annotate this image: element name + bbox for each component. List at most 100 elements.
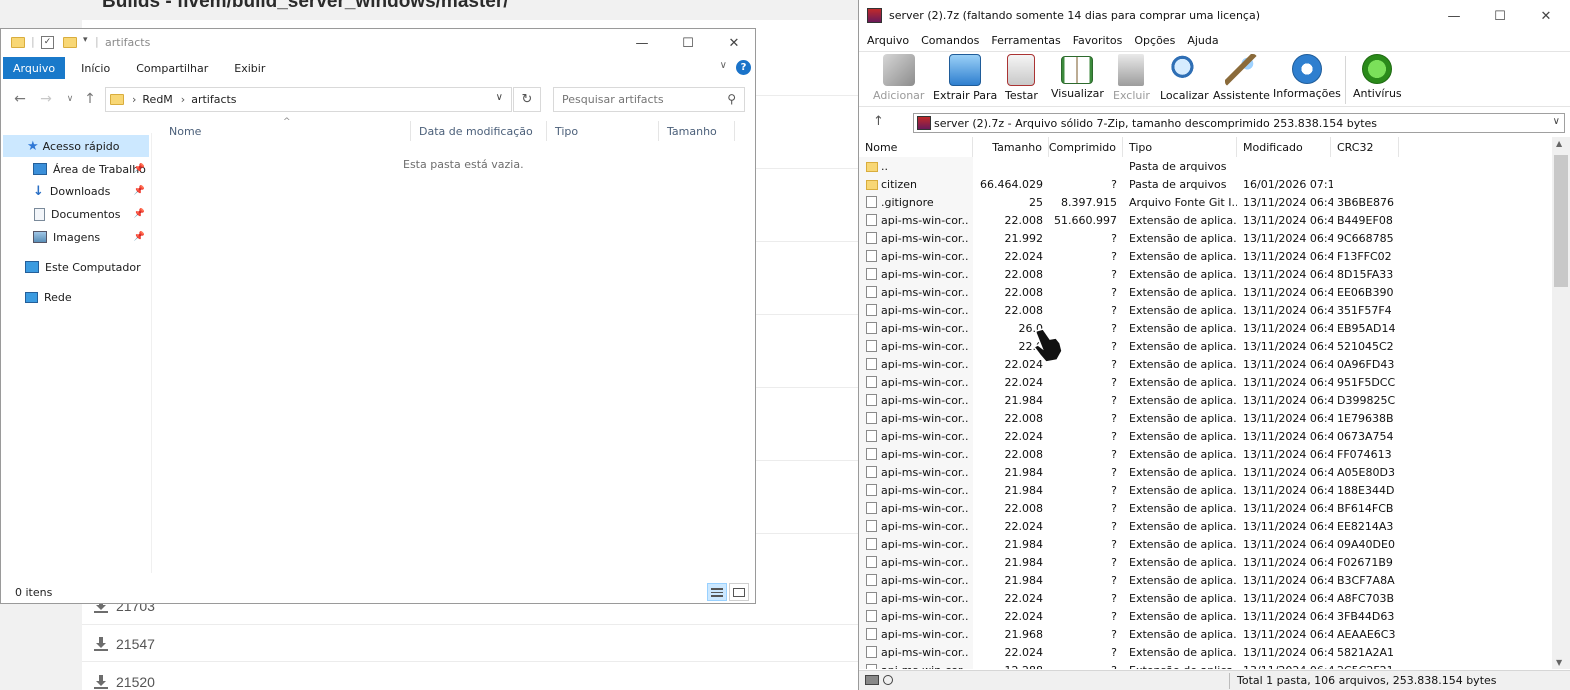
table-row[interactable]: api-ms-win-cor... 22.024? Extensão de apli… [859, 608, 1551, 626]
quick-access-dropdown-icon[interactable]: ▾ [83, 35, 88, 45]
table-row[interactable]: citizen 66.464.029? Pasta de arquivos 16/01… [859, 176, 1551, 194]
minimize-button[interactable]: — [619, 29, 665, 57]
build-number[interactable]: 21547 [116, 636, 155, 652]
column-header-tamanho[interactable]: Tamanho [973, 137, 1049, 157]
sidebar-item-downloads[interactable]: ↓ Downloads 📌 [3, 180, 149, 202]
pin-icon[interactable]: 📌 [134, 164, 145, 174]
table-row[interactable]: api-ms-win-cor... 21.984? Extensão de apli… [859, 464, 1551, 482]
column-header-nome[interactable]: Nome [859, 137, 973, 157]
table-row[interactable]: api-ms-win-cor... 21.984? Extensão de apli… [859, 536, 1551, 554]
explorer-titlebar[interactable]: | ✓ ▾ | artifacts — ☐ ✕ [1, 29, 755, 57]
chevron-down-icon[interactable]: ∨ [720, 60, 727, 71]
archive-path-field[interactable]: server (2).7z - Arquivo sólido 7-Zip, ta… [913, 113, 1565, 133]
table-row[interactable]: api-ms-win-cor... 22.024? Extensão de apli… [859, 590, 1551, 608]
find-button[interactable]: Localizar [1160, 54, 1209, 106]
search-box[interactable]: ⚲ [553, 87, 745, 112]
sidebar-item-imagens[interactable]: Imagens 📌 [3, 226, 149, 248]
chevron-down-icon[interactable]: ∨ [1553, 116, 1560, 127]
table-row[interactable]: api-ms-win-cor... 22.024? Extensão de apli… [859, 248, 1551, 266]
table-row[interactable]: api-ms-win-cor... 21.984? Extensão de apli… [859, 572, 1551, 590]
column-header-nome[interactable]: Nome [161, 121, 411, 141]
pin-icon[interactable]: 📌 [134, 186, 145, 196]
sidebar-item-area-de-trabalho[interactable]: Área de Trabalho 📌 [3, 158, 149, 180]
table-row[interactable]: api-ms-win-cor... 22.008? Extensão de apli… [859, 302, 1551, 320]
back-arrow-icon[interactable]: ← [11, 89, 29, 109]
recent-locations-chevron-icon[interactable]: ∨ [61, 89, 79, 109]
table-row[interactable]: api-ms-win-cor... 21.984? Extensão de apli… [859, 392, 1551, 410]
extract-to-button[interactable]: Extrair Para [933, 54, 997, 106]
table-row[interactable]: api-ms-win-cor... 22.008? Extensão de apli… [859, 266, 1551, 284]
menu-opcoes[interactable]: Opções [1134, 34, 1175, 47]
column-header-crc32[interactable]: CRC32 [1331, 137, 1399, 157]
table-row[interactable]: api-ms-win-cor... 22.0? Extensão de aplica… [859, 338, 1551, 356]
column-header-comprimido[interactable]: Comprimido [1049, 137, 1123, 157]
refresh-icon[interactable]: ↻ [513, 87, 541, 112]
sidebar-item-este-computador[interactable]: Este Computador [3, 256, 149, 278]
column-header-tipo[interactable]: Tipo [1123, 137, 1237, 157]
help-icon[interactable]: ? [736, 60, 751, 75]
address-bar[interactable]: › RedM › artifacts ∨ [105, 87, 512, 112]
table-row[interactable]: api-ms-win-cor... 22.024? Extensão de apli… [859, 644, 1551, 662]
pin-icon[interactable]: 📌 [134, 232, 145, 242]
table-row[interactable]: .. Pasta de arquivos [859, 158, 1551, 176]
scroll-up-icon[interactable]: ▲ [1556, 139, 1562, 148]
table-row[interactable]: .gitignore 25 8.397.915 Arquivo Fonte Git I… [859, 194, 1551, 212]
up-arrow-icon[interactable]: ↑ [873, 114, 884, 129]
close-button[interactable]: ✕ [711, 29, 757, 57]
table-row[interactable]: api-ms-win-cor... 22.024? Extensão de apli… [859, 356, 1551, 374]
maximize-button[interactable]: ☐ [665, 29, 711, 57]
maximize-button[interactable]: ☐ [1477, 2, 1523, 30]
scrollbar-thumb[interactable] [1554, 155, 1568, 287]
new-folder-icon[interactable] [63, 37, 77, 48]
table-row[interactable]: api-ms-win-cor... 22.008 51.660.997 Extensã… [859, 212, 1551, 230]
close-button[interactable]: ✕ [1523, 2, 1569, 30]
table-row[interactable]: api-ms-win-cor... 22.024? Extensão de apli… [859, 428, 1551, 446]
sidebar-item-documentos[interactable]: Documentos 📌 [3, 203, 149, 225]
menu-arquivo[interactable]: Arquivo [867, 34, 909, 47]
table-row[interactable]: api-ms-win-cor... 21.992? Extensão de apli… [859, 230, 1551, 248]
column-header-modificado[interactable]: Modificado [1237, 137, 1331, 157]
minimize-button[interactable]: — [1431, 2, 1477, 30]
table-row[interactable]: api-ms-win-cor... 22.008? Extensão de apli… [859, 446, 1551, 464]
column-header-tipo[interactable]: Tipo [547, 121, 659, 141]
forward-arrow-icon[interactable]: → [37, 89, 55, 109]
pin-icon[interactable]: 📌 [134, 209, 145, 219]
menu-ajuda[interactable]: Ajuda [1187, 34, 1218, 47]
build-number[interactable]: 21520 [116, 674, 155, 690]
delete-button[interactable]: Excluir [1113, 54, 1150, 106]
view-button[interactable]: Visualizar [1051, 54, 1104, 106]
breadcrumb-item[interactable]: artifacts [191, 93, 236, 106]
vertical-scrollbar[interactable]: ▲ ▼ [1552, 137, 1570, 669]
table-row[interactable]: api-ms-win-cor... 22.024? Extensão de apli… [859, 374, 1551, 392]
table-row[interactable]: api-ms-win-cor... 12.288? Extensão de apli… [859, 662, 1551, 669]
archiver-titlebar[interactable]: server (2).7z (faltando somente 14 dias … [859, 0, 1570, 31]
antivirus-button[interactable]: Antivírus [1353, 54, 1402, 106]
add-button[interactable]: Adicionar [873, 54, 924, 106]
menu-favoritos[interactable]: Favoritos [1073, 34, 1123, 47]
up-arrow-icon[interactable]: ↑ [81, 89, 99, 109]
column-header-data[interactable]: Data de modificação [411, 121, 547, 141]
breadcrumb-item[interactable]: RedM [142, 93, 172, 106]
wizard-button[interactable]: Assistente [1213, 54, 1270, 106]
sidebar-item-acesso-rapido[interactable]: ★ Acesso rápido [3, 135, 149, 157]
table-row[interactable]: api-ms-win-cor... 22.008? Extensão de apli… [859, 500, 1551, 518]
table-row[interactable]: api-ms-win-cor... 21.984? Extensão de apli… [859, 482, 1551, 500]
tab-exibir[interactable]: Exibir [224, 57, 275, 79]
table-row[interactable]: api-ms-win-cor... 22.008? Extensão de apli… [859, 284, 1551, 302]
column-header-tamanho[interactable]: Tamanho [659, 121, 735, 141]
menu-comandos[interactable]: Comandos [921, 34, 979, 47]
large-icons-view-button[interactable] [729, 583, 749, 601]
details-view-button[interactable] [707, 583, 727, 601]
info-button[interactable]: Informações [1273, 54, 1341, 106]
build-link-row[interactable]: 21520 [94, 673, 155, 690]
table-row[interactable]: api-ms-win-cor... 21.968? Extensão de apli… [859, 626, 1551, 644]
table-row[interactable]: api-ms-win-cor... 22.024? Extensão de apli… [859, 518, 1551, 536]
table-row[interactable]: api-ms-win-cor... 22.008? Extensão de apli… [859, 410, 1551, 428]
menu-ferramentas[interactable]: Ferramentas [991, 34, 1060, 47]
tab-inicio[interactable]: Início [71, 57, 120, 79]
test-button[interactable]: Testar [1005, 54, 1038, 106]
scroll-down-icon[interactable]: ▼ [1556, 658, 1562, 667]
table-row[interactable]: api-ms-win-cor... 21.984? Extensão de apli… [859, 554, 1551, 572]
search-input[interactable] [562, 88, 722, 110]
sidebar-item-rede[interactable]: Rede [3, 286, 149, 308]
